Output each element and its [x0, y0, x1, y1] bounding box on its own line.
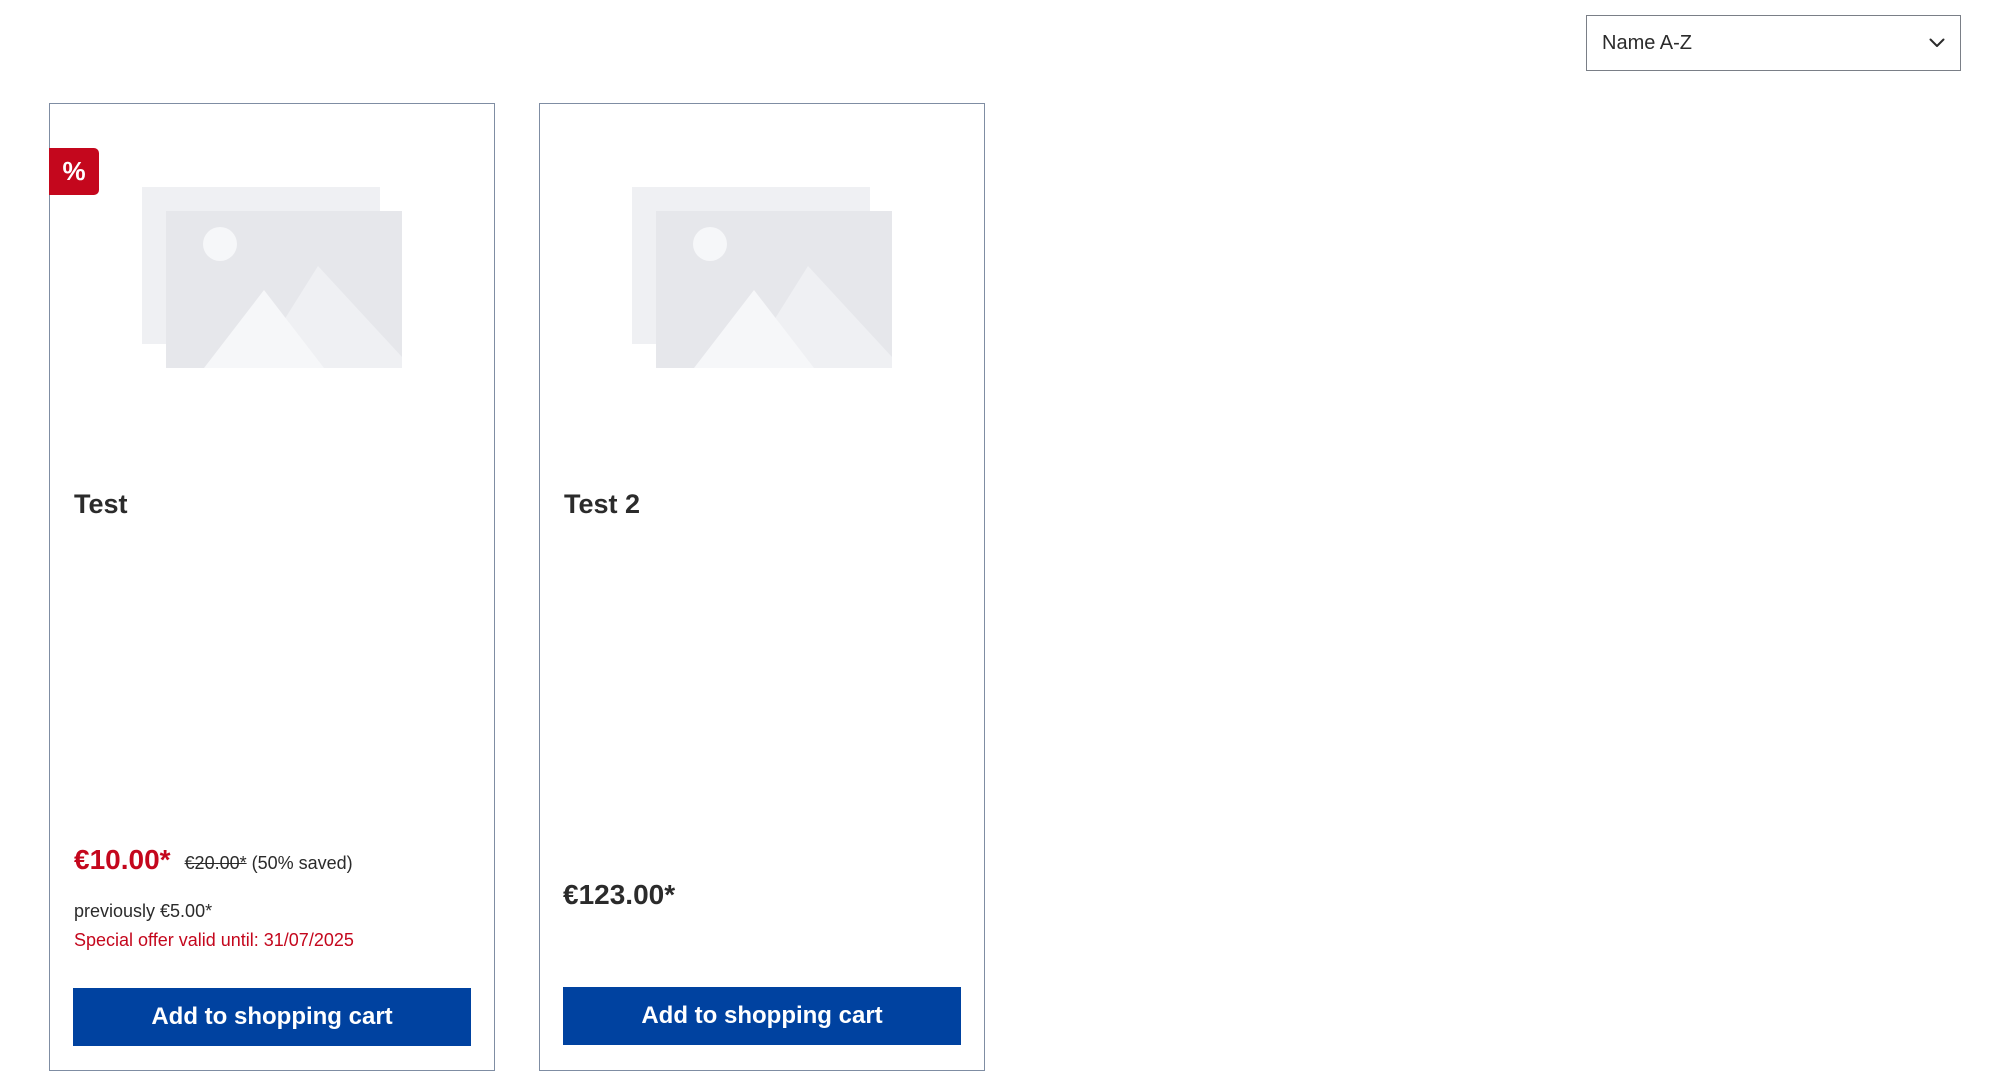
product-image-placeholder-icon[interactable] [142, 187, 402, 372]
product-title[interactable]: Test [74, 489, 128, 520]
sort-select-value: Name A-Z [1602, 31, 1693, 54]
previous-price: previously €5.00* [74, 901, 213, 921]
list-price: €20.00* (50% saved) [185, 853, 353, 874]
discount-badge: % [49, 148, 99, 195]
product-image-placeholder-icon[interactable] [632, 187, 892, 372]
product-card: Test 2 €123.00* Add to shopping cart [539, 103, 985, 1071]
special-offer-text: Special offer valid until: 31/07/2025 [74, 930, 354, 950]
add-to-cart-button[interactable]: Add to shopping cart [73, 988, 471, 1046]
product-price: €10.00* [74, 844, 171, 875]
price-row: €10.00* €20.00* (50% saved) [74, 844, 353, 876]
add-to-cart-button[interactable]: Add to shopping cart [563, 987, 961, 1045]
chevron-down-icon [1928, 34, 1946, 52]
product-card: % Test €10.00* €20.00* (50% saved) previ… [49, 103, 495, 1071]
sort-select[interactable]: Name A-Z [1586, 15, 1961, 71]
product-title[interactable]: Test 2 [564, 489, 640, 520]
saved-percentage: (50% saved) [251, 853, 353, 873]
product-price: €123.00* [563, 879, 676, 910]
list-price-value: €20.00* [184, 853, 247, 873]
